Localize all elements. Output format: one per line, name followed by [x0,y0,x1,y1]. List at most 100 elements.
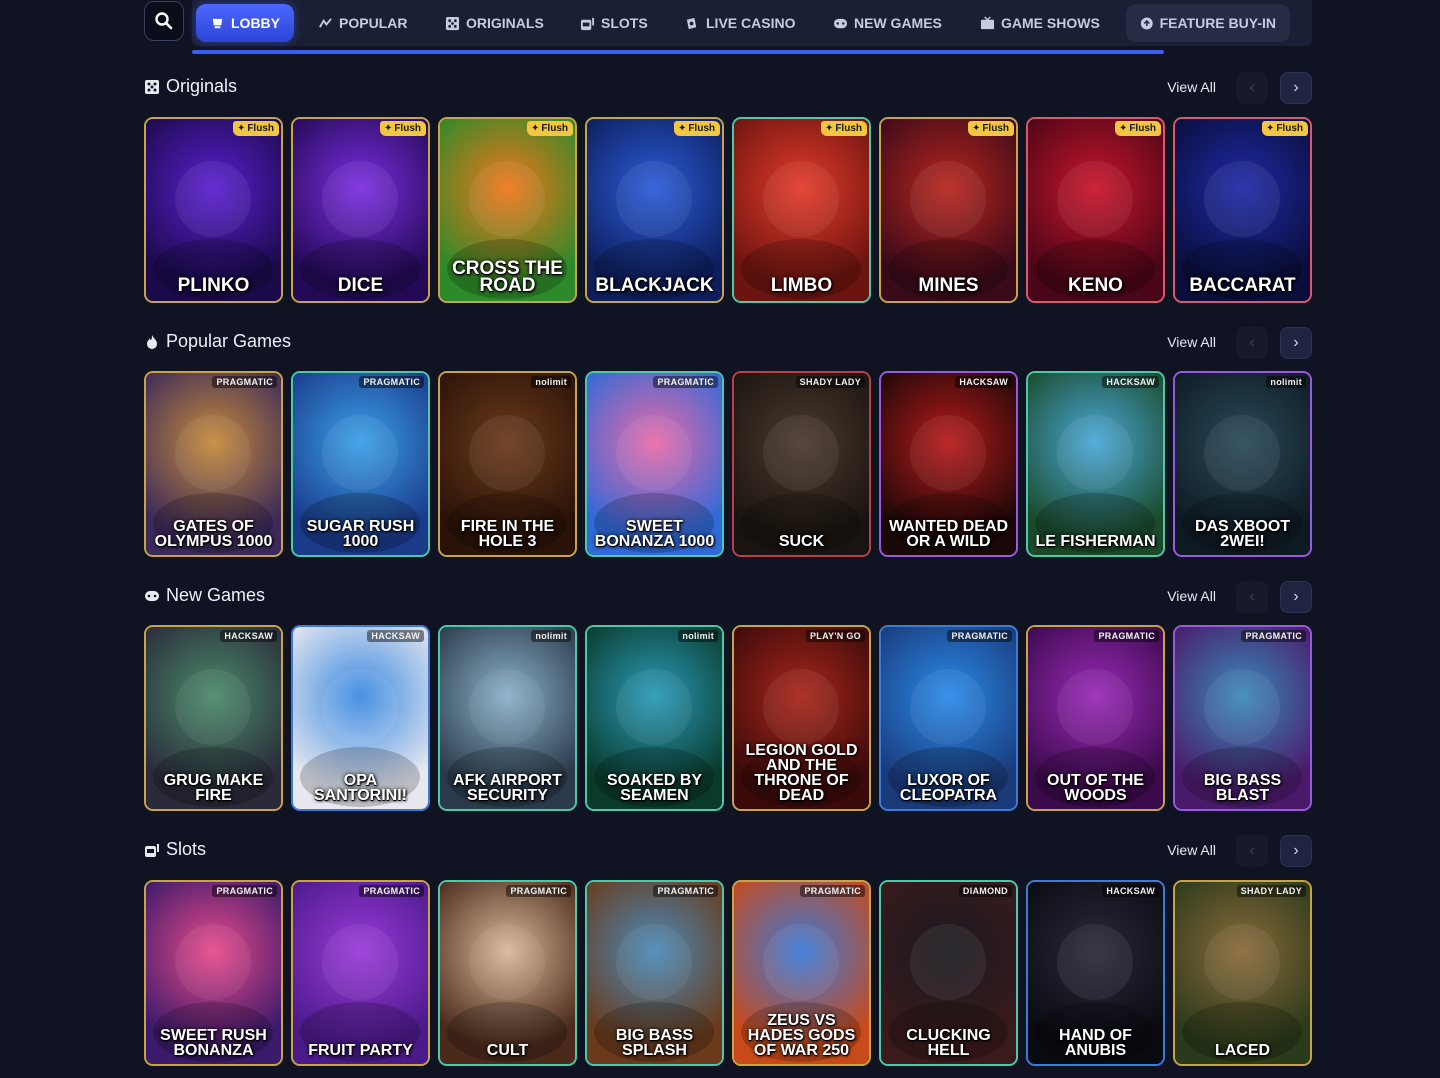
provider-badge: DIAMOND [958,885,1012,897]
game-thumbnail [293,882,428,1064]
provider-badge: PRAGMATIC [359,376,424,388]
game-thumbnail [1175,119,1310,301]
game-card[interactable]: PRAGMATIC LUXOR OF CLEOPATRA [879,625,1018,811]
chevron-right-icon: › [1293,79,1299,96]
provider-badge: PLAY'N GO [805,630,865,642]
game-card[interactable]: PRAGMATIC ZEUS VS HADES GODS OF WAR 250 [732,880,871,1066]
game-card[interactable]: ✦ Flush MINES [879,117,1018,303]
game-card[interactable]: nolimit AFK AIRPORT SECURITY [438,625,577,811]
tab-new-games[interactable]: NEW GAMES [819,4,956,42]
section-title-text: Popular Games [166,331,292,351]
flush-badge: ✦ Flush [379,121,426,136]
view-all-link[interactable]: View All [1167,79,1216,95]
provider-badge: PRAGMATIC [653,376,718,388]
game-card[interactable]: PLAY'N GO LEGION GOLD AND THE THRONE OF … [732,625,871,811]
provider-badge: PRAGMATIC [506,885,571,897]
provider-badge: HACKSAW [1102,376,1159,388]
game-card[interactable]: HACKSAW GRUG MAKE FIRE [144,625,283,811]
game-card[interactable]: PRAGMATIC SUGAR RUSH 1000 [291,371,430,557]
game-title: OUT OF THE WOODS [1047,772,1144,804]
chevron-right-icon: › [1293,842,1299,859]
tab-label: SLOTS [601,15,648,31]
section-title: Popular Games [144,331,291,352]
games-row-new-games: HACKSAW GRUG MAKE FIRE HACKSAW OPA SANTO… [144,625,1312,811]
tab-label: GAME SHOWS [1001,15,1100,31]
flush-logo-icon: ✦ [236,123,246,134]
game-card[interactable]: SHADY LADY LACED [1173,880,1312,1066]
game-title: DICE [337,275,384,296]
game-card[interactable]: nolimit FIRE IN THE HOLE 3 [438,371,577,557]
section-header-new-games: New Games View All ‹ › [144,581,1312,613]
scroll-next-button[interactable]: › [1280,581,1312,613]
game-card[interactable]: PRAGMATIC CULT [438,880,577,1066]
scroll-prev-button[interactable]: ‹ [1236,835,1268,867]
scroll-prev-button[interactable]: ‹ [1236,72,1268,104]
provider-badge: PRAGMATIC [1094,630,1159,642]
tab-popular[interactable]: POPULAR [304,4,421,42]
slots-icon [580,17,595,30]
chevron-left-icon: ‹ [1249,79,1255,96]
provider-badge: PRAGMATIC [947,630,1012,642]
game-title: BLACKJACK [595,275,714,296]
scroll-next-button[interactable]: › [1280,835,1312,867]
game-title: CROSS THE ROAD [452,258,563,296]
section-title: Slots [144,839,206,860]
game-card[interactable]: HACKSAW WANTED DEAD OR A WILD [879,371,1018,557]
game-thumbnail [1028,373,1163,555]
view-all-link[interactable]: View All [1167,842,1216,858]
game-card[interactable]: PRAGMATIC FRUIT PARTY [291,880,430,1066]
new-games-icon [144,588,160,604]
flush-logo-icon: ✦ [677,123,687,134]
game-card[interactable]: HACKSAW HAND OF ANUBIS [1026,880,1165,1066]
tab-label: ORIGINALS [466,15,544,31]
game-title: GRUG MAKE FIRE [163,772,264,804]
provider-badge: PRAGMATIC [212,885,277,897]
search-button[interactable] [144,1,184,41]
chevron-left-icon: ‹ [1249,842,1255,859]
game-title: ZEUS VS HADES GODS OF WAR 250 [747,1012,856,1059]
game-title: LIMBO [770,275,833,296]
game-card[interactable]: ✦ Flush DICE [291,117,430,303]
game-title: BIG BASS SPLASH [615,1027,694,1059]
tab-live-casino[interactable]: LIVE CASINO [671,4,809,42]
lobby-icon [212,18,223,28]
game-card[interactable]: SHADY LADY SUCK [732,371,871,557]
scroll-prev-button[interactable]: ‹ [1236,581,1268,613]
game-card[interactable]: HACKSAW LE FISHERMAN [1026,371,1165,557]
game-card[interactable]: ✦ Flush KENO [1026,117,1165,303]
game-card[interactable]: ✦ Flush BACCARAT [1173,117,1312,303]
tab-slots[interactable]: SLOTS [566,4,662,42]
game-card[interactable]: ✦ Flush LIMBO [732,117,871,303]
scroll-next-button[interactable]: › [1280,327,1312,359]
game-card[interactable]: HACKSAW OPA SANTORINI! [291,625,430,811]
game-card[interactable]: ✦ Flush CROSS THE ROAD [438,117,577,303]
section-title-text: Originals [166,76,238,96]
tab-feature-buy-in[interactable]: FEATURE BUY-IN [1126,4,1290,42]
game-card[interactable]: nolimit SOAKED BY SEAMEN [585,625,724,811]
game-card[interactable]: PRAGMATIC SWEET BONANZA 1000 [585,371,724,557]
game-card[interactable]: nolimit DAS XBOOT 2WEI! [1173,371,1312,557]
view-all-link[interactable]: View All [1167,588,1216,604]
game-card[interactable]: PRAGMATIC GATES OF OLYMPUS 1000 [144,371,283,557]
game-card[interactable]: PRAGMATIC BIG BASS BLAST [1173,625,1312,811]
game-title: SWEET RUSH BONANZA [160,1027,267,1059]
scroll-prev-button[interactable]: ‹ [1236,327,1268,359]
game-card[interactable]: PRAGMATIC OUT OF THE WOODS [1026,625,1165,811]
game-title: BACCARAT [1189,275,1296,296]
game-thumbnail [881,119,1016,301]
game-title: SUCK [778,533,825,550]
game-card[interactable]: DIAMOND CLUCKING HELL [879,880,1018,1066]
game-card[interactable]: PRAGMATIC SWEET RUSH BONANZA [144,880,283,1066]
tab-label: NEW GAMES [854,15,942,31]
tab-game-shows[interactable]: GAME SHOWS [966,4,1114,42]
nav-scroll-indicator [192,50,1164,54]
view-all-link[interactable]: View All [1167,334,1216,350]
tab-originals[interactable]: ORIGINALS [431,4,558,42]
scroll-next-button[interactable]: › [1280,72,1312,104]
game-card[interactable]: ✦ Flush BLACKJACK [585,117,724,303]
games-row-popular-games: PRAGMATIC GATES OF OLYMPUS 1000 PRAGMATI… [144,371,1312,557]
game-card[interactable]: ✦ Flush PLINKO [144,117,283,303]
tab-lobby[interactable]: LOBBY [196,4,294,42]
game-thumbnail [293,119,428,301]
game-card[interactable]: PRAGMATIC BIG BASS SPLASH [585,880,724,1066]
